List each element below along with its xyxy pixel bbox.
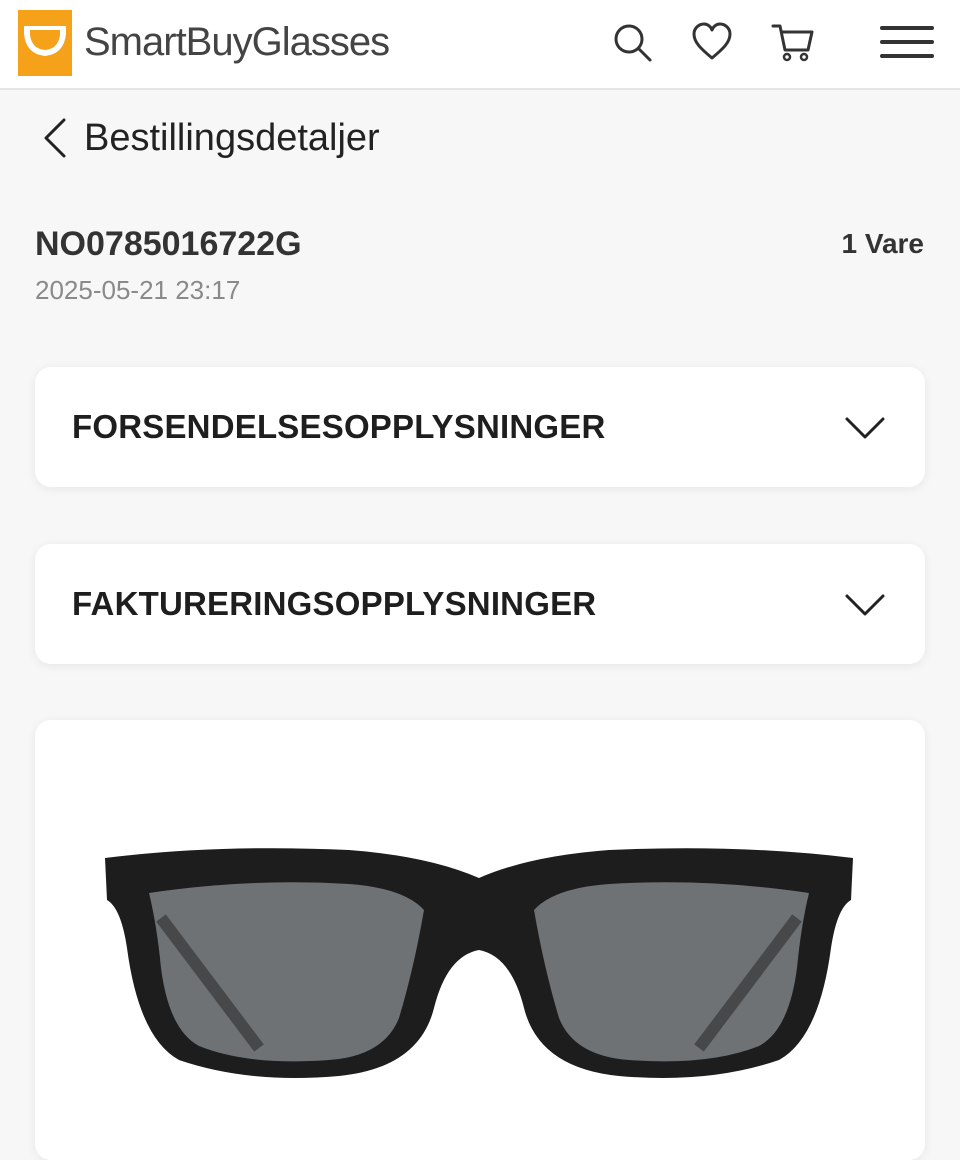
top-header: SmartBuyGlasses [0,0,960,90]
back-navigation[interactable]: Bestillingsdetaljer [40,110,380,166]
order-date: 2025-05-21 23:17 [35,275,241,305]
shipping-info-accordion[interactable]: FORSENDELSESOPPLYSNINGER [35,367,925,487]
chevron-left-icon[interactable] [40,116,70,160]
menu-icon[interactable] [880,20,934,64]
cart-icon[interactable] [770,20,814,64]
billing-info-accordion[interactable]: FAKTURERINGSOPPLYSNINGER [35,544,925,664]
brand-logo-icon[interactable] [18,10,72,76]
page-title: Bestillingsdetaljer [84,117,380,159]
product-card[interactable] [35,720,925,1160]
sunglasses-product-image[interactable] [99,838,859,1088]
item-count: 1 Vare [841,228,924,259]
order-number: NO0785016722G [35,225,302,263]
chevron-down-icon[interactable] [843,409,887,445]
shipping-info-title: FORSENDELSESOPPLYSNINGER [72,408,606,445]
heart-icon[interactable] [690,20,734,64]
search-icon[interactable] [610,20,654,64]
chevron-down-icon[interactable] [843,586,887,622]
brand-name[interactable]: SmartBuyGlasses [84,16,390,68]
billing-info-title: FAKTURERINGSOPPLYSNINGER [72,585,597,622]
